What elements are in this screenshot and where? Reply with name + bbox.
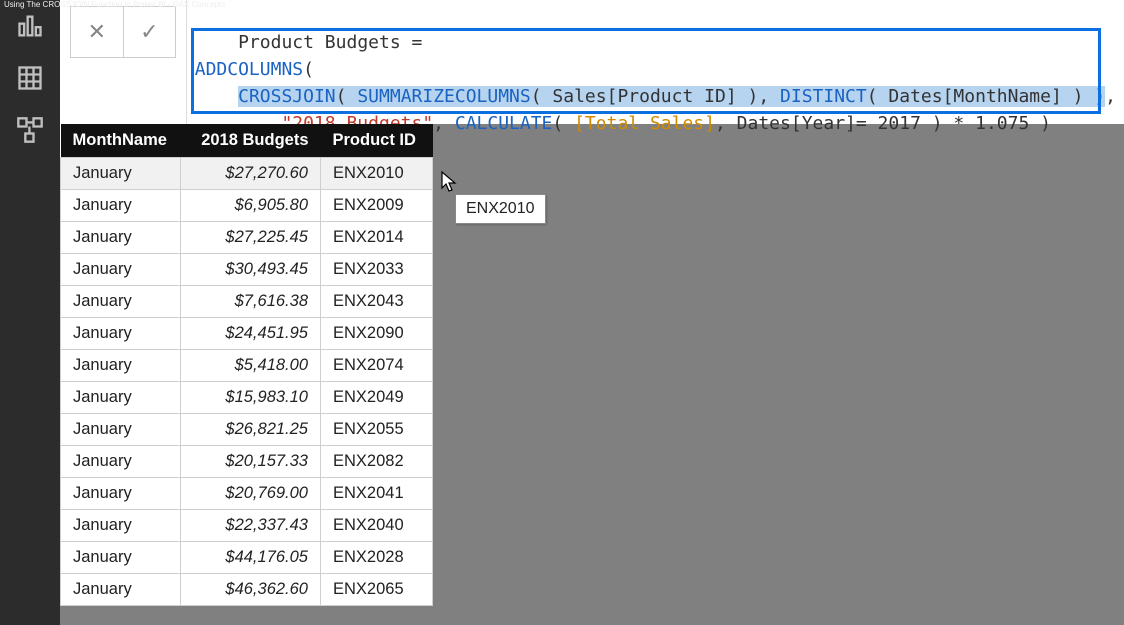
- t-summarize: SUMMARIZECOLUMNS: [357, 86, 530, 107]
- cell-budget[interactable]: $20,769.00: [181, 478, 321, 510]
- cell-budget[interactable]: $44,176.05: [181, 542, 321, 574]
- table-row[interactable]: January$30,493.45ENX2033: [61, 254, 433, 286]
- cell-budget[interactable]: $5,418.00: [181, 350, 321, 382]
- cell-budget[interactable]: $22,337.43: [181, 510, 321, 542]
- cell-product[interactable]: ENX2009: [321, 190, 433, 222]
- t-addcolumns: ADDCOLUMNS: [195, 59, 303, 80]
- cell-product[interactable]: ENX2090: [321, 318, 433, 350]
- cell-month[interactable]: January: [61, 190, 181, 222]
- cancel-formula-button[interactable]: ✕: [71, 7, 123, 57]
- formula-editor[interactable]: Product Budgets = ADDCOLUMNS( CROSSJOIN(…: [187, 0, 1124, 124]
- table-row[interactable]: January$5,418.00ENX2074: [61, 350, 433, 382]
- cell-budget[interactable]: $30,493.45: [181, 254, 321, 286]
- table-row[interactable]: January$20,769.00ENX2041: [61, 478, 433, 510]
- cell-budget[interactable]: $46,362.60: [181, 574, 321, 606]
- table-row[interactable]: January$26,821.25ENX2055: [61, 414, 433, 446]
- t-mult: * 1.075 ): [943, 113, 1051, 134]
- cell-product[interactable]: ENX2041: [321, 478, 433, 510]
- report-view-icon[interactable]: [16, 12, 44, 40]
- t-salescol: Sales[Product ID]: [552, 86, 736, 107]
- cell-product[interactable]: ENX2040: [321, 510, 433, 542]
- cell-budget[interactable]: $26,821.25: [181, 414, 321, 446]
- table-row[interactable]: January$24,451.95ENX2090: [61, 318, 433, 350]
- formula-header: Product Budgets =: [238, 32, 422, 53]
- cell-month[interactable]: January: [61, 510, 181, 542]
- table-row[interactable]: January$7,616.38ENX2043: [61, 286, 433, 318]
- table-row[interactable]: January$44,176.05ENX2028: [61, 542, 433, 574]
- t-measure: [Total Sales]: [574, 113, 715, 134]
- t-filter: Dates[Year]= 2017: [737, 113, 921, 134]
- col-header-month[interactable]: MonthName: [61, 124, 181, 158]
- cell-budget[interactable]: $15,983.10: [181, 382, 321, 414]
- cell-month[interactable]: January: [61, 446, 181, 478]
- cell-product[interactable]: ENX2049: [321, 382, 433, 414]
- cell-month[interactable]: January: [61, 542, 181, 574]
- col-header-product[interactable]: Product ID: [321, 124, 433, 158]
- commit-formula-button[interactable]: ✓: [123, 7, 175, 57]
- cell-product[interactable]: ENX2074: [321, 350, 433, 382]
- view-sidebar: [0, 0, 60, 625]
- t-crossjoin: CROSSJOIN: [238, 86, 336, 107]
- t-calculate: CALCULATE: [455, 113, 553, 134]
- t-open: (: [303, 59, 314, 80]
- cell-product[interactable]: ENX2065: [321, 574, 433, 606]
- table-row[interactable]: January$6,905.80ENX2009: [61, 190, 433, 222]
- cell-month[interactable]: January: [61, 158, 181, 190]
- cell-product[interactable]: ENX2014: [321, 222, 433, 254]
- cell-budget[interactable]: $6,905.80: [181, 190, 321, 222]
- table-row[interactable]: January$27,270.60ENX2010: [61, 158, 433, 190]
- cell-budget[interactable]: $20,157.33: [181, 446, 321, 478]
- cell-product[interactable]: ENX2010: [321, 158, 433, 190]
- cell-product[interactable]: ENX2033: [321, 254, 433, 286]
- model-view-icon[interactable]: [16, 116, 44, 144]
- cell-product[interactable]: ENX2055: [321, 414, 433, 446]
- cell-month[interactable]: January: [61, 286, 181, 318]
- t-distinct: DISTINCT: [780, 86, 867, 107]
- cell-budget[interactable]: $27,225.45: [181, 222, 321, 254]
- cell-product[interactable]: ENX2028: [321, 542, 433, 574]
- col-header-budget[interactable]: 2018 Budgets: [181, 124, 321, 158]
- table-row[interactable]: January$46,362.60ENX2065: [61, 574, 433, 606]
- mouse-cursor-icon: [440, 170, 460, 194]
- cell-month[interactable]: January: [61, 574, 181, 606]
- cell-budget[interactable]: $27,270.60: [181, 158, 321, 190]
- formula-bar[interactable]: ✕ ✓ Product Budgets = ADDCOLUMNS( CROSSJ…: [60, 0, 1124, 124]
- table-row[interactable]: January$15,983.10ENX2049: [61, 382, 433, 414]
- table-row[interactable]: January$27,225.45ENX2014: [61, 222, 433, 254]
- cell-month[interactable]: January: [61, 222, 181, 254]
- cell-month[interactable]: January: [61, 382, 181, 414]
- data-view-icon[interactable]: [16, 64, 44, 92]
- cell-month[interactable]: January: [61, 254, 181, 286]
- formula-bar-buttons: ✕ ✓: [60, 0, 187, 124]
- window-title: Using The CROSSJOIN Function In Power BI…: [0, 0, 225, 11]
- data-table[interactable]: MonthName 2018 Budgets Product ID Januar…: [60, 124, 433, 606]
- cell-product[interactable]: ENX2082: [321, 446, 433, 478]
- cell-month[interactable]: January: [61, 350, 181, 382]
- t-monthcol: Dates[MonthName]: [888, 86, 1061, 107]
- cell-tooltip: ENX2010: [455, 194, 546, 224]
- cell-month[interactable]: January: [61, 318, 181, 350]
- cell-month[interactable]: January: [61, 478, 181, 510]
- table-row[interactable]: January$20,157.33ENX2082: [61, 446, 433, 478]
- cell-budget[interactable]: $24,451.95: [181, 318, 321, 350]
- table-row[interactable]: January$22,337.43ENX2040: [61, 510, 433, 542]
- cell-month[interactable]: January: [61, 414, 181, 446]
- cell-product[interactable]: ENX2043: [321, 286, 433, 318]
- table-header-row[interactable]: MonthName 2018 Budgets Product ID: [61, 124, 433, 158]
- cell-budget[interactable]: $7,616.38: [181, 286, 321, 318]
